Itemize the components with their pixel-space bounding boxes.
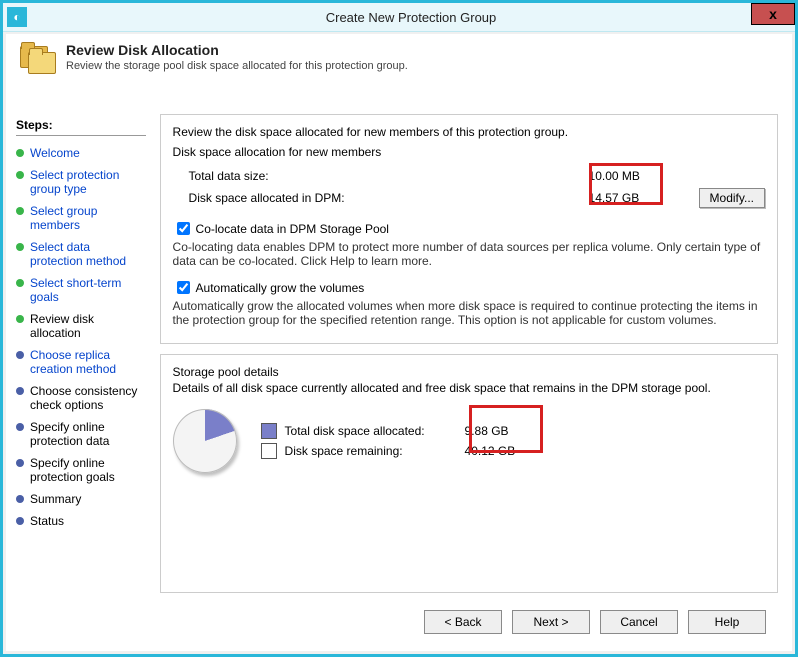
step-select-short-term-goals[interactable]: Select short-term goals <box>16 272 146 308</box>
autogrow-label: Automatically grow the volumes <box>196 281 365 295</box>
step-label: Choose replica creation method <box>30 348 146 376</box>
page-header: Review Disk Allocation Review the storag… <box>6 34 792 82</box>
step-bullet-icon <box>16 495 24 503</box>
next-button[interactable]: Next > <box>512 610 590 634</box>
legend-swatch-remaining <box>261 443 277 459</box>
remaining-label: Disk space remaining: <box>285 444 465 458</box>
step-bullet-icon <box>16 351 24 359</box>
step-label: Status <box>30 514 64 528</box>
pool-section-label: Storage pool details <box>173 365 765 379</box>
allocated-label: Total disk space allocated: <box>285 424 465 438</box>
steps-heading: Steps: <box>16 114 146 136</box>
page-title: Review Disk Allocation <box>66 42 408 58</box>
step-bullet-icon <box>16 171 24 179</box>
step-summary[interactable]: Summary <box>16 488 146 510</box>
storage-pool-group: Storage pool details Details of all disk… <box>160 354 778 593</box>
remaining-value: 40.12 GB <box>465 444 516 458</box>
step-bullet-icon <box>16 243 24 251</box>
content-panel: Review the disk space allocated for new … <box>152 114 792 651</box>
step-label: Welcome <box>30 146 80 160</box>
allocation-intro: Review the disk space allocated for new … <box>173 125 765 139</box>
cancel-button[interactable]: Cancel <box>600 610 678 634</box>
folder-icon <box>18 42 56 76</box>
step-label: Select data protection method <box>30 240 146 268</box>
step-specify-online-protection-goals[interactable]: Specify online protection goals <box>16 452 146 488</box>
total-data-size-value: 10.00 MB <box>589 169 669 183</box>
step-bullet-icon <box>16 387 24 395</box>
window-frame: ◐ Create New Protection Group x Review D… <box>0 0 798 657</box>
allocation-section-label: Disk space allocation for new members <box>173 145 765 159</box>
step-label: Review disk allocation <box>30 312 146 340</box>
step-status[interactable]: Status <box>16 510 146 532</box>
colocate-description: Co-locating data enables DPM to protect … <box>173 240 765 268</box>
titlebar: ◐ Create New Protection Group x <box>3 3 795 32</box>
step-bullet-icon <box>16 279 24 287</box>
steps-panel: Steps: Welcome Select protection group t… <box>6 114 152 651</box>
autogrow-description: Automatically grow the allocated volumes… <box>173 299 765 327</box>
step-label: Select short-term goals <box>30 276 146 304</box>
step-bullet-icon <box>16 315 24 323</box>
step-select-group-members[interactable]: Select group members <box>16 200 146 236</box>
total-data-size-label: Total data size: <box>189 169 429 183</box>
modify-button[interactable]: Modify... <box>699 188 765 208</box>
step-select-protection-group-type[interactable]: Select protection group type <box>16 164 146 200</box>
dpm-allocated-value: 14.57 GB <box>589 191 669 205</box>
back-button[interactable]: < Back <box>424 610 502 634</box>
allocated-value: 9.88 GB <box>465 424 509 438</box>
step-choose-replica-creation-method[interactable]: Choose replica creation method <box>16 344 146 380</box>
step-label: Select group members <box>30 204 146 232</box>
window-title: Create New Protection Group <box>27 10 795 25</box>
step-label: Choose consistency check options <box>30 384 146 412</box>
close-button[interactable]: x <box>751 3 795 25</box>
colocate-label: Co-locate data in DPM Storage Pool <box>196 222 389 236</box>
step-label: Specify online protection data <box>30 420 146 448</box>
step-label: Select protection group type <box>30 168 146 196</box>
pool-description: Details of all disk space currently allo… <box>173 381 765 395</box>
step-label: Summary <box>30 492 81 506</box>
colocate-row: Co-locate data in DPM Storage Pool <box>173 219 765 238</box>
step-welcome[interactable]: Welcome <box>16 142 146 164</box>
step-choose-consistency-check-options[interactable]: Choose consistency check options <box>16 380 146 416</box>
autogrow-row: Automatically grow the volumes <box>173 278 765 297</box>
page-subtitle: Review the storage pool disk space alloc… <box>66 60 408 72</box>
pool-legend: Total disk space allocated: 9.88 GB Disk… <box>261 421 516 461</box>
step-bullet-icon <box>16 149 24 157</box>
close-icon: x <box>769 6 777 22</box>
step-bullet-icon <box>16 423 24 431</box>
legend-swatch-allocated <box>261 423 277 439</box>
step-specify-online-protection-data[interactable]: Specify online protection data <box>16 416 146 452</box>
step-bullet-icon <box>16 459 24 467</box>
help-button[interactable]: Help <box>688 610 766 634</box>
app-icon: ◐ <box>7 7 27 27</box>
wizard-footer: < Back Next > Cancel Help <box>160 601 778 643</box>
colocate-checkbox[interactable] <box>177 222 190 235</box>
allocation-group: Review the disk space allocated for new … <box>160 114 778 344</box>
allocation-values: Total data size: 10.00 MB Disk space all… <box>173 165 765 209</box>
autogrow-checkbox[interactable] <box>177 281 190 294</box>
step-label: Specify online protection goals <box>30 456 146 484</box>
step-review-disk-allocation[interactable]: Review disk allocation <box>16 308 146 344</box>
window-body: Review Disk Allocation Review the storag… <box>6 34 792 651</box>
step-bullet-icon <box>16 517 24 525</box>
pie-chart-icon <box>173 409 237 473</box>
dpm-allocated-label: Disk space allocated in DPM: <box>189 191 429 205</box>
step-select-data-protection-method[interactable]: Select data protection method <box>16 236 146 272</box>
step-bullet-icon <box>16 207 24 215</box>
pool-chart-area: Total disk space allocated: 9.88 GB Disk… <box>173 409 765 473</box>
